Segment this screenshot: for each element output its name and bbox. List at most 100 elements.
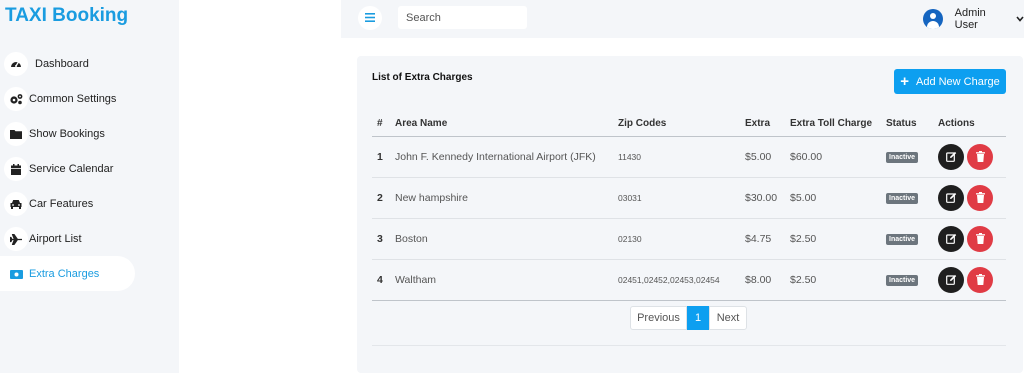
- toll-charge: $60.00: [790, 136, 886, 178]
- edit-button[interactable]: [938, 266, 964, 293]
- row-number: 4: [372, 259, 395, 301]
- status-badge: Inactive: [886, 275, 919, 286]
- sidebar-item-dashboard[interactable]: Dashboard: [0, 46, 179, 81]
- car-icon: [4, 192, 28, 216]
- sidebar: TAXI Booking Dashboard Common Settings S…: [0, 0, 179, 373]
- area-name: Boston: [395, 218, 618, 260]
- previous-page-button[interactable]: Previous: [630, 306, 687, 330]
- actions-cell: [938, 218, 1006, 260]
- status-cell: Inactive: [886, 218, 938, 260]
- delete-button[interactable]: [967, 266, 993, 293]
- edit-button[interactable]: [938, 143, 964, 170]
- status-badge: Inactive: [886, 152, 919, 163]
- actions-cell: [938, 177, 1006, 219]
- cogs-icon: [4, 87, 28, 111]
- sidebar-item-label: Airport List: [29, 233, 82, 245]
- column-header-extra: Extra: [745, 112, 790, 137]
- trash-icon: [975, 233, 985, 244]
- sidebar-item-extra-charges[interactable]: Extra Charges: [0, 256, 179, 291]
- card-footer-divider: [372, 345, 1006, 346]
- delete-button[interactable]: [967, 184, 993, 211]
- next-page-button[interactable]: Next: [709, 306, 747, 330]
- trash-icon: [975, 192, 985, 203]
- card-title: List of Extra Charges: [372, 72, 473, 83]
- sidebar-item-service-calendar[interactable]: Service Calendar: [0, 151, 179, 186]
- row-number: 3: [372, 218, 395, 260]
- sidebar-item-label: Car Features: [29, 198, 94, 210]
- row-number: 2: [372, 177, 395, 219]
- edit-button[interactable]: [938, 184, 964, 211]
- zip-codes: 11430: [618, 136, 745, 178]
- area-name: John F. Kennedy International Airport (J…: [395, 136, 618, 178]
- add-new-charge-button[interactable]: + Add New Charge: [894, 69, 1006, 94]
- calendar-icon: [4, 157, 28, 181]
- actions-cell: [938, 259, 1006, 301]
- column-header-zip-codes: Zip Codes: [618, 112, 745, 137]
- extra-amount: $30.00: [745, 177, 790, 219]
- edit-icon: [945, 274, 956, 285]
- delete-button[interactable]: [967, 225, 993, 252]
- trash-icon: [975, 151, 985, 162]
- sidebar-item-car-features[interactable]: Car Features: [0, 186, 179, 221]
- table-header-row: # Area Name Zip Codes Extra Extra Toll C…: [372, 112, 1006, 137]
- toll-charge: $2.50: [790, 218, 886, 260]
- area-name: New hampshire: [395, 177, 618, 219]
- sidebar-item-label: Service Calendar: [29, 163, 114, 175]
- plane-icon: [4, 227, 28, 251]
- edit-icon: [945, 233, 956, 244]
- toll-charge: $5.00: [790, 177, 886, 219]
- actions-cell: [938, 136, 1006, 178]
- trash-icon: [975, 274, 985, 285]
- add-new-charge-label: Add New Charge: [915, 75, 1000, 88]
- extra-amount: $4.75: [745, 218, 790, 260]
- search-input[interactable]: [398, 6, 527, 29]
- delete-button[interactable]: [967, 143, 993, 170]
- dashboard-icon: [4, 52, 28, 76]
- extra-amount: $8.00: [745, 259, 790, 301]
- edit-icon: [945, 151, 956, 162]
- folder-icon: [4, 122, 28, 146]
- zip-codes: 02451,02452,02453,02454: [618, 259, 745, 301]
- chevron-down-icon: [1016, 13, 1024, 25]
- user-menu[interactable]: Admin User: [923, 7, 1024, 31]
- sidebar-item-label: Show Bookings: [29, 128, 105, 140]
- sidebar-item-common-settings[interactable]: Common Settings: [0, 81, 179, 116]
- status-cell: Inactive: [886, 177, 938, 219]
- status-badge: Inactive: [886, 234, 919, 245]
- status-cell: Inactive: [886, 136, 938, 178]
- zip-codes: 03031: [618, 177, 745, 219]
- table-row: 3 Boston 02130 $4.75 $2.50 Inactive: [372, 218, 1006, 260]
- column-header-extra-toll-charge: Extra Toll Charge: [790, 112, 886, 137]
- column-header-number: #: [372, 112, 395, 137]
- sidebar-item-show-bookings[interactable]: Show Bookings: [0, 116, 179, 151]
- sidebar-item-airport-list[interactable]: Airport List: [0, 221, 179, 256]
- sidebar-nav: Dashboard Common Settings Show Bookings …: [0, 46, 179, 291]
- extra-amount: $5.00: [745, 136, 790, 178]
- extra-charges-table: # Area Name Zip Codes Extra Extra Toll C…: [372, 112, 1006, 301]
- column-header-actions: Actions: [938, 112, 1006, 137]
- table-row: 2 New hampshire 03031 $30.00 $5.00 Inact…: [372, 177, 1006, 219]
- sidebar-item-label: Dashboard: [35, 58, 89, 70]
- sidebar-item-label: Extra Charges: [29, 268, 100, 280]
- avatar: [923, 9, 943, 29]
- page-1-button[interactable]: 1: [687, 306, 709, 330]
- zip-codes: 02130: [618, 218, 745, 260]
- menu-toggle-button[interactable]: [358, 6, 382, 30]
- sidebar-item-label: Common Settings: [29, 93, 117, 105]
- status-badge: Inactive: [886, 193, 919, 204]
- brand-title[interactable]: TAXI Booking: [5, 5, 128, 27]
- area-name: Waltham: [395, 259, 618, 301]
- table-row: 1 John F. Kennedy International Airport …: [372, 136, 1006, 178]
- user-name: Admin User: [954, 7, 986, 31]
- extra-charges-card: List of Extra Charges + Add New Charge #…: [357, 56, 1023, 373]
- column-header-area-name: Area Name: [395, 112, 618, 137]
- edit-button[interactable]: [938, 225, 964, 252]
- plus-icon: +: [900, 73, 909, 90]
- pagination: Previous 1 Next: [630, 306, 747, 330]
- toll-charge: $2.50: [790, 259, 886, 301]
- top-bar: Admin User: [341, 0, 1024, 38]
- column-header-status: Status: [886, 112, 938, 137]
- edit-icon: [945, 192, 956, 203]
- hamburger-icon: [365, 9, 375, 27]
- table-row: 4 Waltham 02451,02452,02453,02454 $8.00 …: [372, 259, 1006, 301]
